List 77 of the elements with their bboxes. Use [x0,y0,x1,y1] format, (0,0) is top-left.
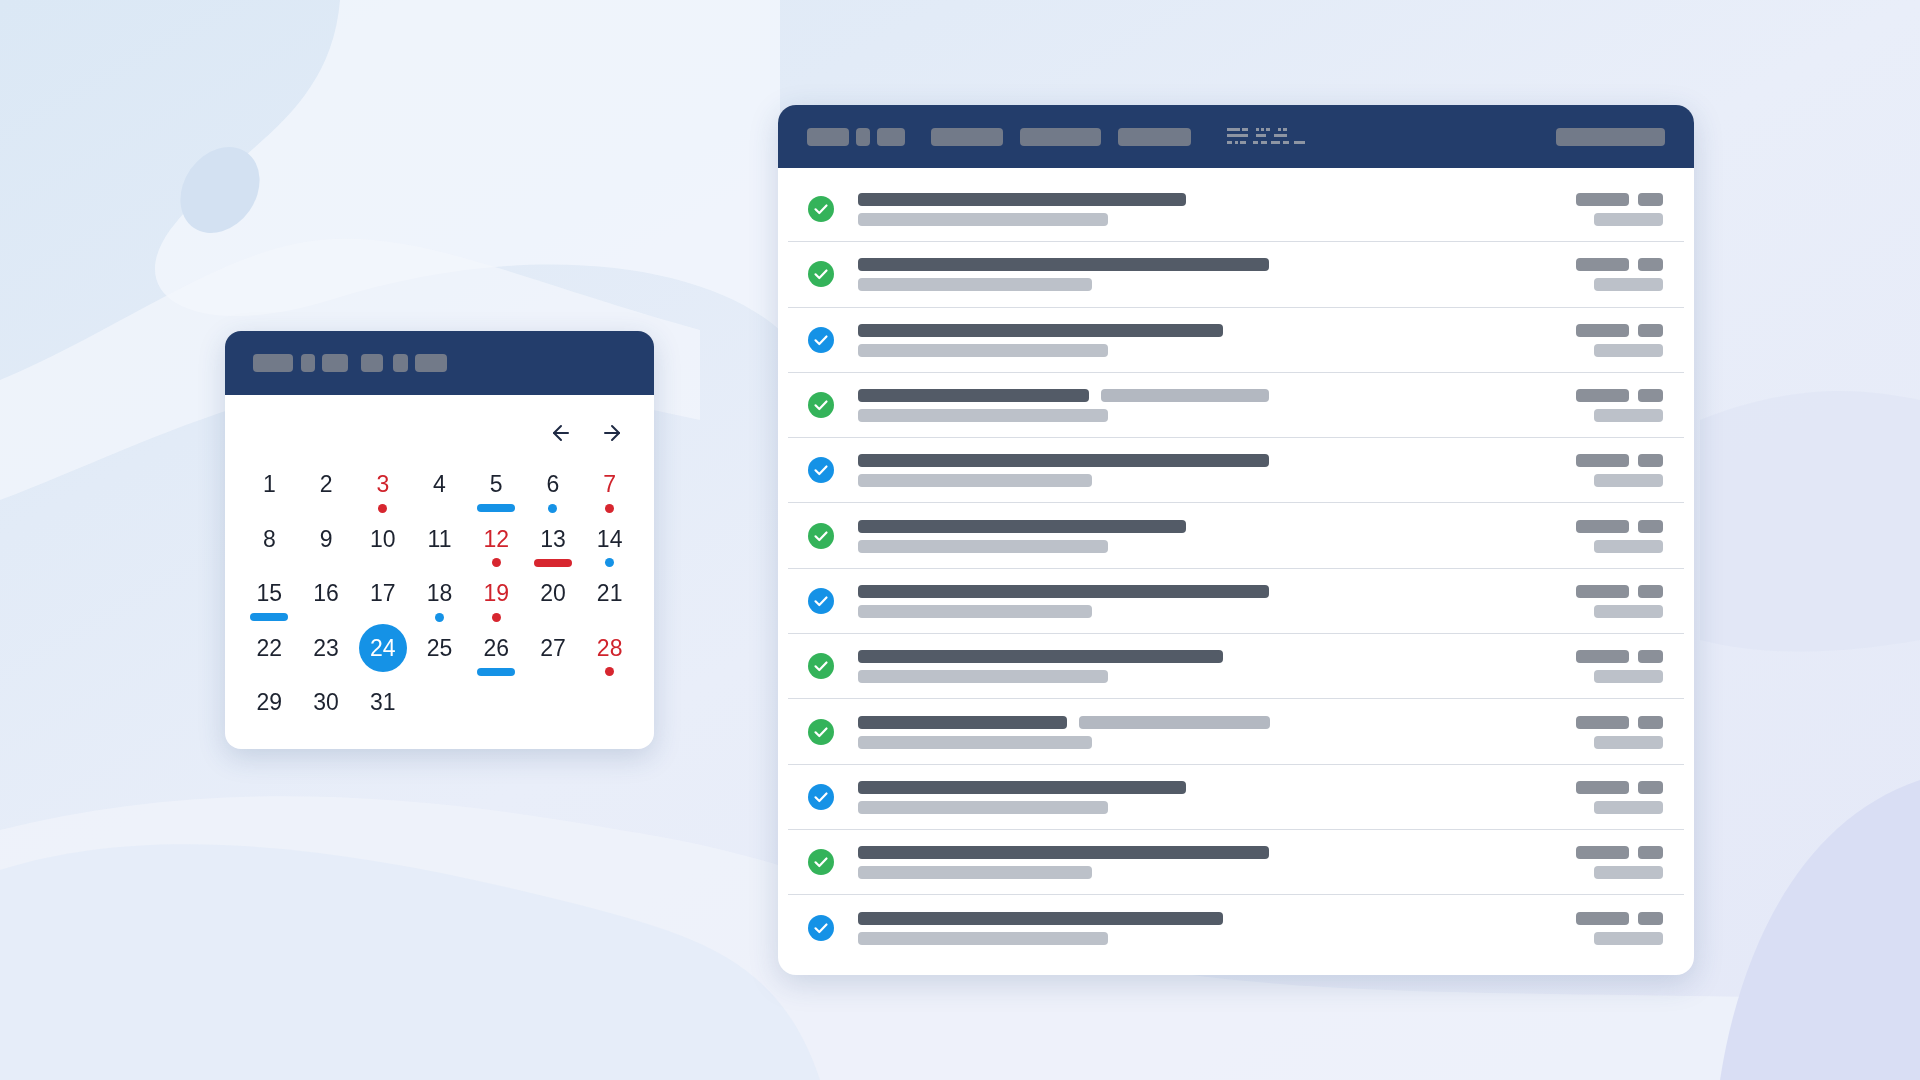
skeleton-bar [1576,454,1629,468]
skeleton-bar [1576,323,1629,337]
skeleton-bar [1594,409,1663,423]
skeleton-bar [1576,650,1629,664]
day-number[interactable]: 29 [256,688,283,716]
skeleton-bar [322,354,348,372]
pixel-marks-icon [1227,128,1305,145]
skeleton-bar [1594,343,1663,357]
skeleton-bar [1594,604,1663,618]
skeleton-bar [1576,584,1629,598]
skeleton-bar [1576,519,1629,533]
day-number[interactable]: 7 [603,470,617,498]
skeleton-bar [361,354,383,372]
skeleton-bar [1638,193,1663,207]
skeleton-bar [1638,323,1663,337]
skeleton-bar [856,127,870,146]
skeleton-bar [1638,454,1663,468]
day-number[interactable]: 10 [370,524,396,553]
skeleton-bar [253,354,293,372]
skeleton-bar [301,354,315,372]
day-number[interactable]: 3 [376,470,390,498]
day-number[interactable]: 25 [426,633,453,662]
skeleton-bar [1594,474,1663,488]
skeleton-bar [1638,846,1663,860]
day-number[interactable]: 18 [426,579,453,607]
day-number[interactable]: 21 [596,579,623,607]
day-number[interactable]: 12 [483,524,509,553]
day-number[interactable]: 28 [596,633,623,662]
skeleton-bar [1576,780,1629,794]
day-number[interactable]: 14 [596,524,623,553]
day-number[interactable]: 16 [313,579,339,607]
day-number[interactable]: 17 [370,579,396,607]
skeleton-bar [1638,258,1663,272]
day-number[interactable]: 31 [370,688,396,716]
day-number[interactable]: 9 [319,524,333,553]
skeleton-bar [1638,780,1663,794]
skeleton-bar [1576,911,1629,925]
day-number[interactable]: 30 [313,688,339,716]
day-number[interactable]: 22 [256,633,283,662]
day-number[interactable]: 5 [489,470,503,498]
day-number[interactable]: 20 [540,579,566,607]
skeleton-bar [877,127,905,146]
skeleton-bar [393,354,408,372]
skeleton-bar [1594,213,1663,227]
skeleton-bar [1638,584,1663,598]
skeleton-bar [1594,866,1663,880]
day-number[interactable]: 6 [546,470,560,498]
skeleton-bar [1594,931,1663,945]
skeleton-bar [1638,911,1663,925]
skeleton-bar [1594,278,1663,292]
skeleton-bar [1576,258,1629,272]
day-number[interactable]: 15 [256,579,283,607]
day-number[interactable]: 19 [483,579,509,607]
skeleton-bar [415,354,447,372]
day-number[interactable]: 4 [433,470,446,498]
skeleton-bar [1594,670,1663,684]
skeleton-bar [1594,735,1663,749]
day-number[interactable]: 23 [313,633,339,662]
day-number[interactable]: 8 [262,524,276,553]
day-number[interactable]: 11 [427,524,452,553]
day-number[interactable]: 27 [540,633,566,662]
skeleton-bar [1638,650,1663,664]
skeleton-bar [1638,519,1663,533]
skeleton-bar [1576,715,1629,729]
day-number[interactable]: 26 [483,633,509,662]
skeleton-bar [1576,193,1629,207]
skeleton-bar [1576,389,1629,403]
skeleton-bar [1638,389,1663,403]
day-number[interactable]: 1 [262,470,276,498]
day-number[interactable]: 13 [540,524,566,553]
skeleton-bar [807,127,849,146]
skeleton-bar [1594,539,1663,553]
skeleton-bar [1594,800,1663,814]
skeleton-bar [931,127,1003,146]
skeleton-bar [1638,715,1663,729]
day-number[interactable]: 2 [319,470,333,498]
skeleton-bar [1576,846,1629,860]
